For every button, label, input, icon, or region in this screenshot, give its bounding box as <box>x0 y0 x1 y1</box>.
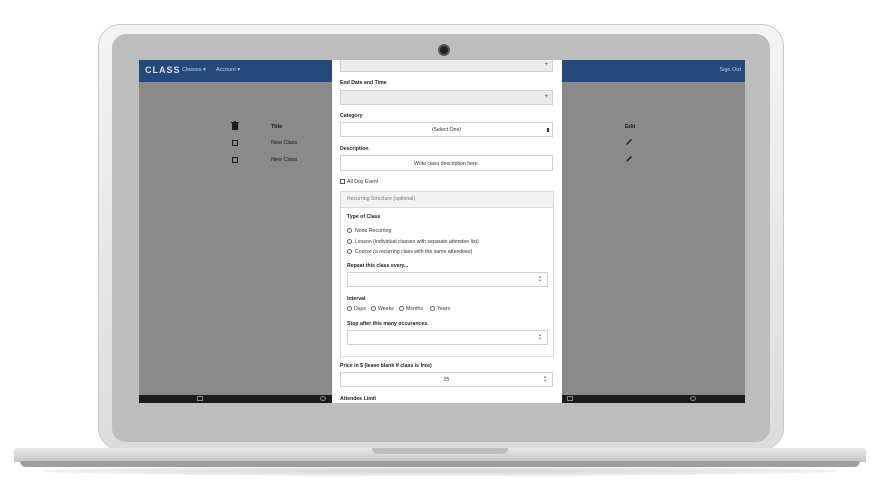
laptop-shadow <box>40 466 840 476</box>
chevron-down-icon <box>547 128 549 132</box>
plus-icon[interactable]: + <box>544 94 548 100</box>
recurring-panel: Recurring Structure (optional) Type of C… <box>340 191 554 357</box>
laptop-base-edge <box>20 461 860 467</box>
class-form-modal: + End Date and Time + Category (Select O… <box>332 60 562 403</box>
spinner-icon[interactable]: ▲ ▼ <box>538 275 542 283</box>
laptop-notch <box>372 448 508 454</box>
radio-label: Months <box>406 306 424 312</box>
radio-days[interactable] <box>347 306 352 311</box>
radio-label: Weeks <box>378 306 394 312</box>
repeat-input[interactable]: ▲ ▼ <box>347 272 548 287</box>
radio-years[interactable] <box>430 306 435 311</box>
category-label: Category <box>340 113 363 119</box>
radio-lesson[interactable] <box>347 239 352 244</box>
calendar-icon[interactable] <box>567 396 573 401</box>
pencil-icon[interactable] <box>626 156 632 162</box>
end-date-label: End Date and Time <box>340 80 387 86</box>
radio-weeks[interactable] <box>371 306 376 311</box>
gear-icon[interactable] <box>320 396 326 401</box>
brand-logo[interactable]: CLASS <box>145 65 181 75</box>
description-label: Description <box>340 146 369 152</box>
start-date-field[interactable]: + <box>340 60 553 72</box>
webcam-icon <box>438 44 450 56</box>
description-input[interactable]: Write class description here. <box>340 155 553 171</box>
category-selected-value: (Select One) <box>431 127 462 133</box>
radio-none-recurring[interactable] <box>347 228 352 233</box>
row-checkbox[interactable] <box>232 157 238 163</box>
radio-label: Days <box>354 306 366 312</box>
type-of-class-label: Type of Class <box>347 214 381 220</box>
column-header-title: Title <box>271 124 283 130</box>
radio-label: Course (a recurring class with the same … <box>355 249 473 255</box>
laptop-screen: CLASS Classes ▾ Account ▾ Sign Out Title… <box>139 60 745 403</box>
all-day-checkbox[interactable] <box>340 179 345 184</box>
stop-after-input[interactable]: ▲ ▼ <box>347 330 548 345</box>
stop-after-label: Stop after this many occurances. <box>347 321 429 327</box>
trash-icon[interactable] <box>231 121 239 130</box>
interval-label: Interval <box>347 296 366 302</box>
column-header-edit: Edit <box>625 124 636 130</box>
radio-label: Lesson (individual classes with separate… <box>355 239 479 245</box>
radio-label: None Recurring <box>355 228 392 234</box>
pencil-icon[interactable] <box>626 139 632 145</box>
repeat-label: Repeat this class every... <box>347 263 409 269</box>
category-select[interactable]: (Select One) <box>340 122 553 137</box>
radio-label: Years <box>437 306 451 312</box>
radio-months[interactable] <box>399 306 404 311</box>
end-date-field[interactable]: + <box>340 90 553 105</box>
price-label: Price in $ (leave blank if class is free… <box>340 363 432 369</box>
spinner-icon[interactable]: ▲ ▼ <box>543 375 547 383</box>
table-row-title[interactable]: New Class <box>271 140 297 146</box>
price-value: 25 <box>443 377 450 383</box>
spinner-icon[interactable]: ▲ ▼ <box>538 333 542 341</box>
radio-course[interactable] <box>347 249 352 254</box>
price-input[interactable]: 25 ▲ ▼ <box>340 372 553 387</box>
description-placeholder: Write class description here. <box>413 161 480 167</box>
row-checkbox[interactable] <box>232 140 238 146</box>
nav-account-menu[interactable]: Account ▾ <box>216 67 240 73</box>
signout-link[interactable]: Sign Out <box>720 67 741 73</box>
all-day-label: All Day Event <box>347 179 379 185</box>
recurring-panel-title: Recurring Structure (optional) <box>347 196 416 202</box>
calendar-icon[interactable] <box>197 396 203 401</box>
gear-icon[interactable] <box>690 396 696 401</box>
plus-icon[interactable]: + <box>544 62 548 68</box>
recurring-panel-header: Recurring Structure (optional) <box>341 192 553 208</box>
table-row-title[interactable]: New Class <box>271 157 297 163</box>
attendee-limit-label: Attendee Limit <box>340 396 377 402</box>
nav-classes-menu[interactable]: Classes ▾ <box>182 67 206 73</box>
